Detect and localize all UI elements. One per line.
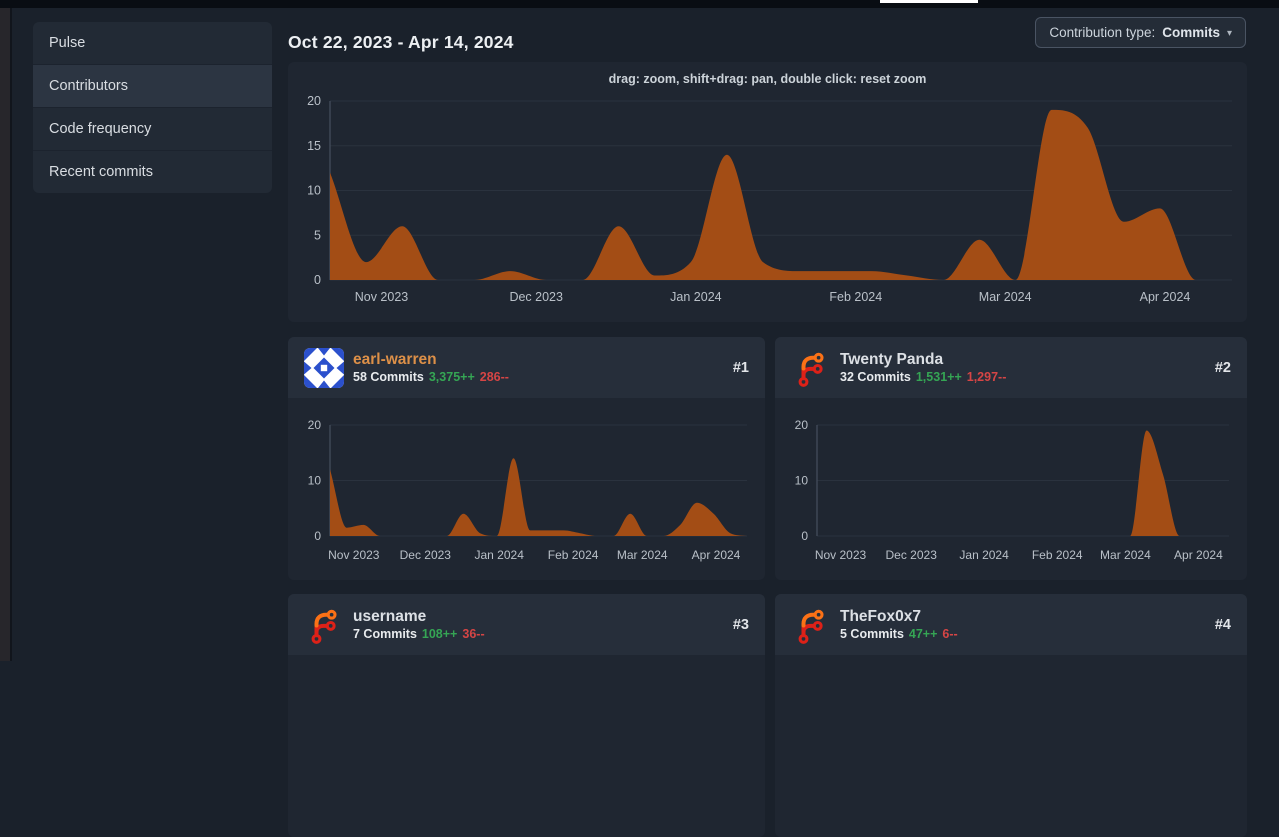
y-tick-label: 0: [801, 529, 808, 543]
x-tick-label: Mar 2024: [979, 290, 1032, 304]
forgejo-logo-avatar: [791, 605, 831, 645]
contributor-stats: 32 Commits 1,531++ 1,297--: [840, 370, 1006, 384]
top-bar: [0, 0, 1279, 8]
contributor-card: Twenty Panda 32 Commits 1,531++ 1,297-- #2…: [775, 337, 1247, 580]
commit-count: 58 Commits: [353, 370, 424, 384]
deletions-count: 1,297--: [967, 370, 1007, 384]
contributor-stats: 58 Commits 3,375++ 286--: [353, 370, 509, 384]
additions-count: 3,375++: [429, 370, 475, 384]
contributor-card-header: Twenty Panda 32 Commits 1,531++ 1,297-- #2: [775, 337, 1247, 398]
rank-badge: #3: [733, 617, 749, 633]
x-tick-label: Dec 2023: [400, 548, 452, 562]
x-tick-label: Apr 2024: [692, 548, 741, 562]
date-range-title: Oct 22, 2023 - Apr 14, 2024: [288, 32, 514, 53]
x-tick-label: Apr 2024: [1174, 548, 1223, 562]
forgejo-logo-avatar: [791, 348, 831, 388]
contribution-type-dropdown[interactable]: Contribution type: Commits ▾: [1035, 17, 1246, 48]
contributor-card: earl-warren 58 Commits 3,375++ 286-- #1 0 1…: [288, 337, 765, 580]
contributor-card: username 7 Commits 108++ 36-- #3: [288, 594, 765, 837]
deletions-count: 286--: [480, 370, 509, 384]
commit-count: 32 Commits: [840, 370, 911, 384]
additions-count: 1,531++: [916, 370, 962, 384]
active-tab-indicator: [880, 0, 978, 3]
y-tick-label: 20: [795, 418, 809, 432]
sidebar-item-pulse[interactable]: Pulse: [33, 22, 272, 64]
x-tick-label: Jan 2024: [475, 548, 525, 562]
repo-activity-sidebar: PulseContributorsCode frequencyRecent co…: [33, 22, 272, 193]
commit-count: 5 Commits: [840, 627, 904, 641]
x-tick-label: Feb 2024: [829, 290, 882, 304]
x-tick-label: Apr 2024: [1140, 290, 1191, 304]
contributor-stats: 7 Commits 108++ 36--: [353, 627, 485, 641]
x-tick-label: Mar 2024: [617, 548, 668, 562]
y-tick-label: 10: [795, 474, 809, 488]
additions-count: 108++: [422, 627, 457, 641]
x-tick-label: Nov 2023: [328, 548, 380, 562]
window-edge-strip: [0, 8, 12, 661]
main-activity-chart[interactable]: 0 5 10 15 20 Nov 2023 Dec 2023 Jan 2024 Feb 2024…: [288, 62, 1247, 322]
chevron-down-icon: ▾: [1227, 28, 1232, 39]
y-tick-label: 20: [307, 94, 321, 108]
x-tick-label: Dec 2023: [509, 290, 563, 304]
y-tick-label: 10: [307, 184, 321, 198]
commit-count: 7 Commits: [353, 627, 417, 641]
deletions-count: 6--: [942, 627, 957, 641]
y-tick-label: 5: [314, 228, 321, 242]
x-tick-label: Mar 2024: [1100, 548, 1151, 562]
y-tick-label: 20: [308, 418, 322, 432]
sidebar-item-contributors[interactable]: Contributors: [33, 64, 272, 107]
x-tick-label: Feb 2024: [548, 548, 599, 562]
x-tick-label: Nov 2023: [355, 290, 409, 304]
additions-count: 47++: [909, 627, 938, 641]
contributor-stats: 5 Commits 47++ 6--: [840, 627, 958, 641]
contribution-type-label: Contribution type:: [1049, 25, 1155, 40]
main-activity-chart-card: drag: zoom, shift+drag: pan, double clic…: [288, 62, 1247, 322]
commit-area-series: [330, 110, 1232, 280]
x-tick-label: Feb 2024: [1032, 548, 1083, 562]
contributor-name-link[interactable]: TheFox0x7: [840, 608, 958, 625]
x-tick-label: Nov 2023: [815, 548, 867, 562]
contributor-name-link[interactable]: username: [353, 608, 485, 625]
forgejo-logo-avatar: [304, 605, 344, 645]
avatar: [791, 348, 831, 388]
identicon-avatar: [304, 348, 344, 388]
y-tick-label: 0: [314, 273, 321, 287]
contributor-card-header: TheFox0x7 5 Commits 47++ 6-- #4: [775, 594, 1247, 655]
rank-badge: #2: [1215, 360, 1231, 376]
contributor-card-header: earl-warren 58 Commits 3,375++ 286-- #1: [288, 337, 765, 398]
sidebar-item-code-frequency[interactable]: Code frequency: [33, 107, 272, 150]
contributor-name-link[interactable]: Twenty Panda: [840, 351, 1006, 368]
avatar: [791, 605, 831, 645]
y-tick-label: 15: [307, 139, 321, 153]
contributor-card: TheFox0x7 5 Commits 47++ 6-- #4: [775, 594, 1247, 837]
x-tick-label: Jan 2024: [959, 548, 1009, 562]
x-tick-label: Dec 2023: [886, 548, 938, 562]
avatar: [304, 348, 344, 388]
commit-area-series: [330, 458, 747, 536]
rank-badge: #4: [1215, 617, 1231, 633]
rank-badge: #1: [733, 360, 749, 376]
y-tick-label: 0: [314, 529, 321, 543]
sidebar-item-recent-commits[interactable]: Recent commits: [33, 150, 272, 193]
deletions-count: 36--: [462, 627, 484, 641]
chart-zoom-hint: drag: zoom, shift+drag: pan, double clic…: [288, 72, 1247, 86]
contribution-type-value: Commits: [1162, 25, 1220, 40]
contributor-name-link[interactable]: earl-warren: [353, 351, 509, 368]
commit-area-series: [817, 431, 1229, 537]
avatar: [304, 605, 344, 645]
y-tick-label: 10: [308, 474, 322, 488]
contributor-card-header: username 7 Commits 108++ 36-- #3: [288, 594, 765, 655]
x-tick-label: Jan 2024: [670, 290, 721, 304]
